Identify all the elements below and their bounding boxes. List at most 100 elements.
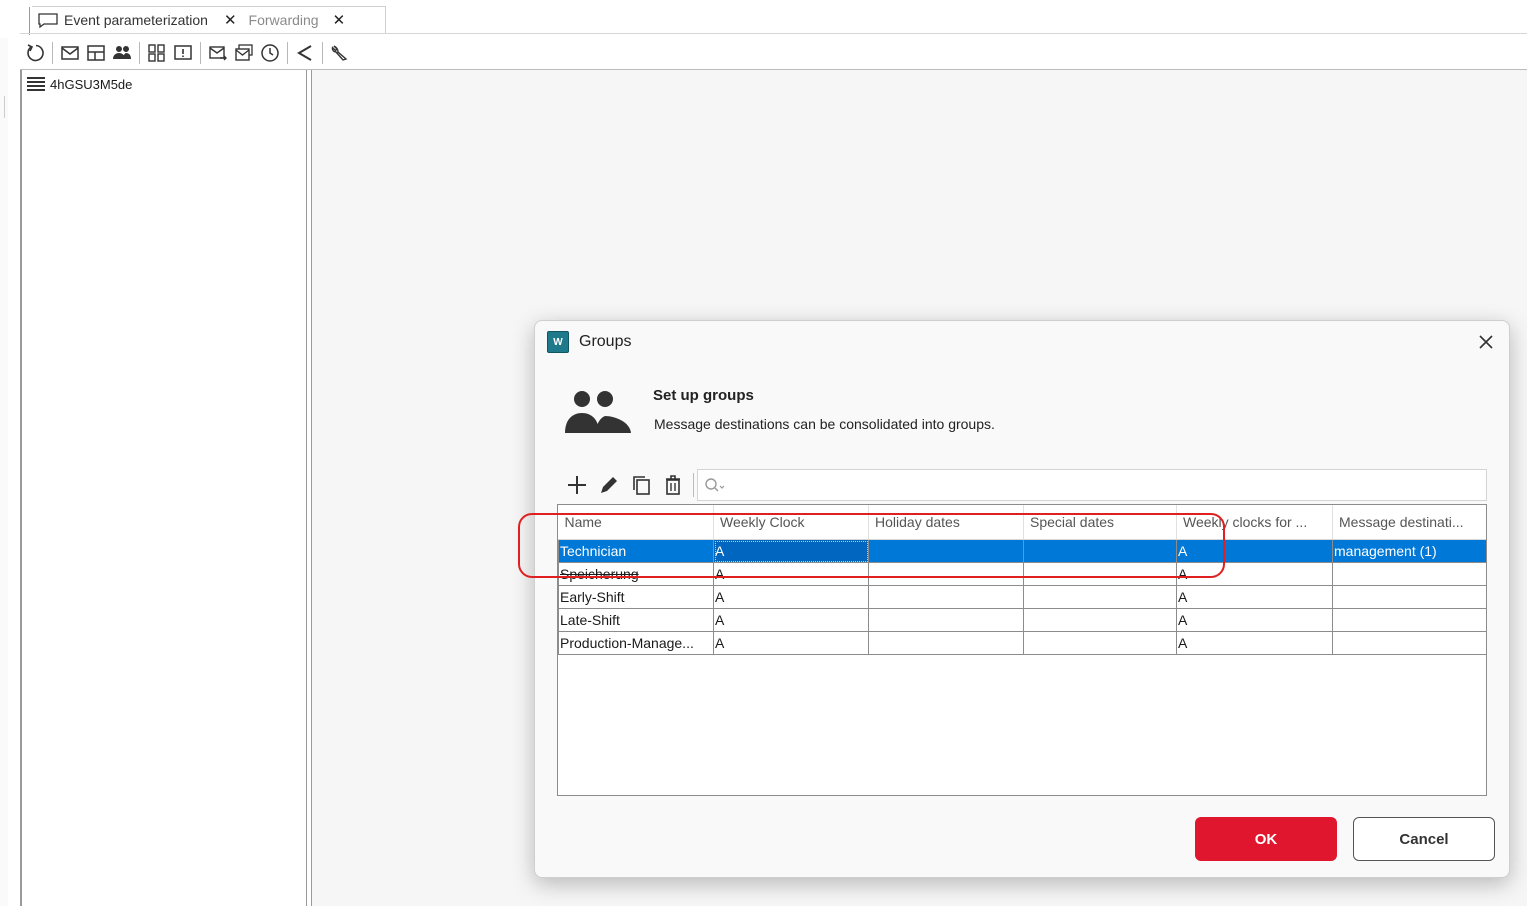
close-icon bbox=[1479, 335, 1493, 349]
cancel-button[interactable]: Cancel bbox=[1353, 817, 1495, 861]
column-header-weekly-clock[interactable]: Weekly Clock bbox=[713, 505, 869, 540]
toolbar-separator bbox=[693, 473, 694, 497]
table-cell[interactable]: A bbox=[713, 562, 869, 586]
table-header-row: Name Weekly Clock Holiday dates Special … bbox=[558, 505, 1486, 540]
table-cell[interactable] bbox=[1332, 631, 1486, 655]
table-cell[interactable]: Late-Shift bbox=[558, 608, 714, 632]
mail-button[interactable] bbox=[57, 40, 83, 66]
ok-button[interactable]: OK bbox=[1195, 817, 1337, 861]
table-row[interactable]: Technician A A management (1) bbox=[558, 539, 1486, 563]
column-header-weekly-clocks-for[interactable]: Weekly clocks for ... bbox=[1176, 505, 1333, 540]
trash-icon bbox=[666, 475, 680, 495]
plus-icon bbox=[568, 476, 586, 494]
close-icon[interactable]: ✕ bbox=[224, 11, 237, 29]
column-header-name[interactable]: Name bbox=[558, 505, 714, 540]
tab-strip: Event parameterization ✕ Forwarding ✕ bbox=[29, 6, 386, 35]
table-cell[interactable] bbox=[1023, 585, 1177, 609]
table-cell[interactable]: Technician bbox=[558, 539, 714, 563]
table-cell[interactable] bbox=[1332, 562, 1486, 586]
toolbar-separator bbox=[52, 42, 53, 64]
left-margin bbox=[0, 38, 8, 906]
delete-button[interactable] bbox=[657, 471, 689, 499]
dialog-title: Groups bbox=[579, 333, 632, 350]
toolbar-separator bbox=[287, 42, 288, 64]
table-cell[interactable] bbox=[1332, 585, 1486, 609]
search-icon bbox=[705, 478, 725, 492]
table-cell[interactable]: A bbox=[1176, 608, 1333, 632]
table-cell[interactable]: Production-Manage... bbox=[558, 631, 714, 655]
list-icon bbox=[27, 77, 45, 91]
tab-forwarding[interactable]: Forwarding ✕ bbox=[243, 7, 352, 33]
settings-button[interactable] bbox=[327, 40, 353, 66]
message-icon bbox=[174, 45, 192, 60]
column-header-special-dates[interactable]: Special dates bbox=[1023, 505, 1177, 540]
table-row[interactable]: Speicherung A A bbox=[558, 562, 1486, 586]
left-edge-handle bbox=[4, 96, 5, 118]
table-cell[interactable] bbox=[868, 562, 1024, 586]
tree-item-root[interactable]: 4hGSU3M5de bbox=[26, 76, 132, 92]
table-row[interactable]: Late-Shift A A bbox=[558, 608, 1486, 632]
table-cell[interactable]: A bbox=[713, 631, 869, 655]
table-cell[interactable] bbox=[868, 631, 1024, 655]
table-row[interactable]: Early-Shift A A bbox=[558, 585, 1486, 609]
tab-strip-divider bbox=[20, 33, 1527, 34]
copy-button[interactable] bbox=[625, 471, 657, 499]
table-row[interactable]: Production-Manage... A A bbox=[558, 631, 1486, 655]
grid-button[interactable] bbox=[144, 40, 170, 66]
table-cell[interactable]: A bbox=[1176, 562, 1333, 586]
table-cell[interactable]: A bbox=[713, 539, 869, 563]
table-cell[interactable] bbox=[1023, 562, 1177, 586]
close-icon[interactable]: ✕ bbox=[333, 11, 346, 29]
dialog-title-bar: W Groups bbox=[547, 331, 631, 353]
toolbar-separator bbox=[139, 42, 140, 64]
table-cell[interactable]: A bbox=[713, 585, 869, 609]
header-title: Set up groups bbox=[653, 387, 754, 404]
table-cell[interactable]: Early-Shift bbox=[558, 585, 714, 609]
table-cell[interactable]: A bbox=[1176, 631, 1333, 655]
toolbar-separator bbox=[322, 42, 323, 64]
column-header-holiday-dates[interactable]: Holiday dates bbox=[868, 505, 1024, 540]
table-cell[interactable]: Speicherung bbox=[558, 562, 714, 586]
tree-item-label: 4hGSU3M5de bbox=[50, 76, 133, 92]
dialog-close-button[interactable] bbox=[1473, 329, 1499, 355]
share-icon bbox=[297, 45, 312, 61]
table-cell[interactable]: A bbox=[713, 608, 869, 632]
chat-bubble-icon bbox=[38, 12, 58, 28]
table-cell[interactable] bbox=[1332, 608, 1486, 632]
search-input[interactable] bbox=[726, 471, 1486, 499]
share-button[interactable] bbox=[292, 40, 318, 66]
wrench-icon bbox=[331, 45, 348, 61]
mail-forward-button[interactable] bbox=[205, 40, 231, 66]
layout-button[interactable] bbox=[83, 40, 109, 66]
grid-toolbar bbox=[561, 471, 698, 499]
refresh-button[interactable] bbox=[22, 40, 48, 66]
add-button[interactable] bbox=[561, 471, 593, 499]
message-button[interactable] bbox=[170, 40, 196, 66]
groups-dialog: W Groups Set up groups Message destinati… bbox=[534, 320, 1510, 878]
table-cell[interactable] bbox=[1023, 539, 1177, 563]
table-cell[interactable] bbox=[1023, 608, 1177, 632]
refresh-icon bbox=[27, 44, 44, 62]
groups-table-grid: Name Weekly Clock Holiday dates Special … bbox=[558, 505, 1486, 655]
table-cell[interactable]: A bbox=[1176, 585, 1333, 609]
table-cell[interactable] bbox=[1023, 631, 1177, 655]
table-cell[interactable] bbox=[868, 585, 1024, 609]
search-box[interactable] bbox=[697, 469, 1487, 501]
table-cell[interactable]: A bbox=[1176, 539, 1333, 563]
groups-button[interactable] bbox=[109, 40, 135, 66]
table-cell[interactable] bbox=[868, 539, 1024, 563]
grid-icon bbox=[148, 44, 165, 62]
column-header-message-destinations[interactable]: Message destinati... bbox=[1332, 505, 1486, 540]
table-cell[interactable] bbox=[868, 608, 1024, 632]
edit-button[interactable] bbox=[593, 471, 625, 499]
layout-icon bbox=[87, 45, 105, 61]
mail-icon bbox=[61, 46, 79, 60]
mail-multi-icon bbox=[235, 44, 253, 61]
clock-button[interactable] bbox=[257, 40, 283, 66]
table-cell[interactable]: management (1) bbox=[1332, 539, 1486, 563]
mail-multi-button[interactable] bbox=[231, 40, 257, 66]
header-subtitle: Message destinations can be consolidated… bbox=[654, 416, 995, 432]
tab-event-parameterization[interactable]: Event parameterization ✕ bbox=[32, 7, 243, 33]
pencil-icon bbox=[601, 477, 617, 493]
toolbar-separator bbox=[200, 42, 201, 64]
